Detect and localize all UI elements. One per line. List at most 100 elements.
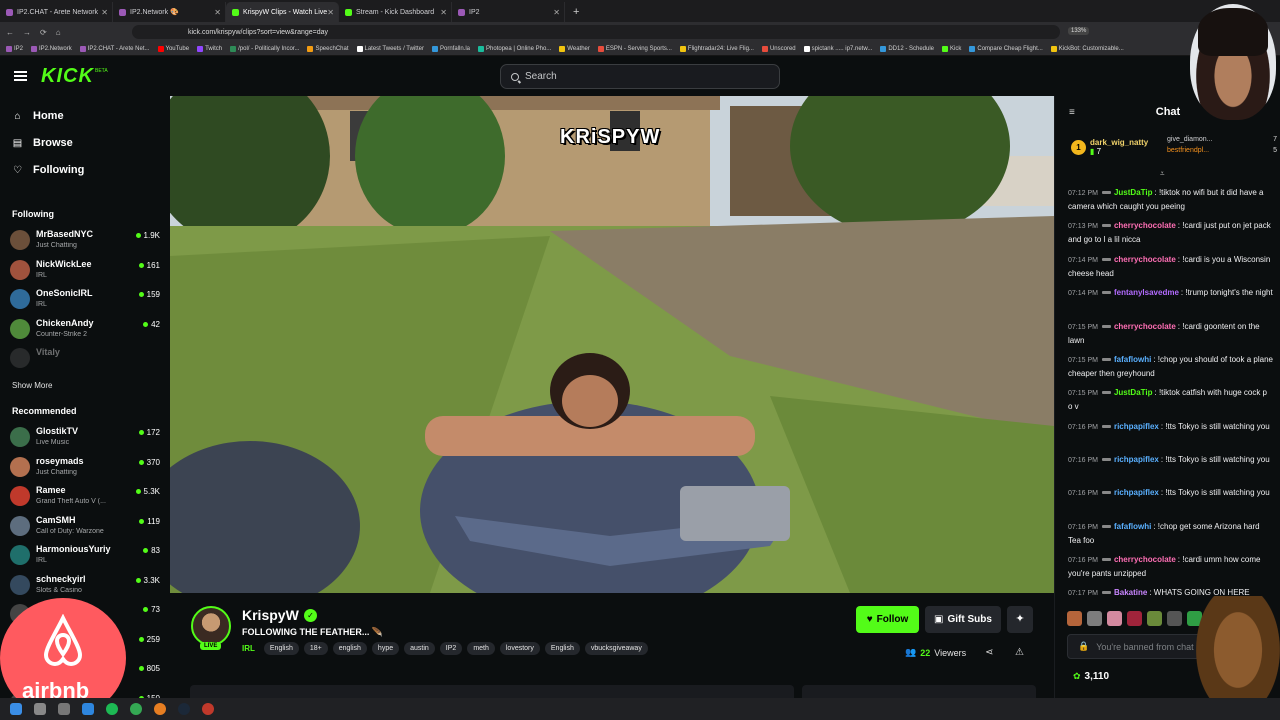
message-username[interactable]: JustDaTip	[1114, 388, 1153, 397]
gift-subs-button[interactable]: ▣ Gift Subs	[925, 606, 1001, 633]
stream-tag[interactable]: 18+	[303, 642, 328, 655]
home-browser-icon[interactable]: ⌂	[56, 28, 61, 37]
bookmark-item[interactable]: Compare Cheap Flight...	[969, 45, 1043, 52]
bookmark-item[interactable]: IP2	[6, 45, 23, 52]
pinned-arrow-icon[interactable]: ⩡	[1160, 169, 1165, 179]
url-bar[interactable]: kick.com/krispyw/clips?sort=view&range=d…	[132, 25, 1060, 39]
bookmark-item[interactable]: SpeechChat	[307, 45, 349, 52]
message-username[interactable]: Bakatine	[1114, 588, 1147, 597]
browser-tab[interactable]: KrispyW Clips - Watch Live ✕	[226, 2, 339, 22]
message-username[interactable]: fafaflowhi	[1114, 355, 1151, 364]
sidebar-channel[interactable]: MrBasedNYC Just Chatting 1.9K	[10, 228, 162, 254]
nav-home[interactable]: ⌂ Home	[12, 110, 63, 122]
chrome-icon[interactable]	[130, 703, 142, 715]
leaderboard-top[interactable]: 1 dark_wig_natty ▮ 7	[1071, 138, 1148, 156]
message-username[interactable]: fentanylsavedme	[1114, 288, 1179, 297]
new-tab-button[interactable]: +	[573, 6, 579, 22]
sidebar-channel[interactable]: GlostikTV Live Music 172	[10, 425, 162, 451]
sidebar-channel[interactable]: OneSonicIRL IRL 159	[10, 287, 162, 313]
bookmark-item[interactable]: IP2.Network	[31, 45, 72, 52]
leaderboard-row[interactable]: give_diamon... 7	[1167, 136, 1277, 143]
boost-button[interactable]: ✦	[1007, 606, 1033, 633]
nav-following[interactable]: ♡ Following	[12, 164, 84, 176]
windows-start-icon[interactable]	[10, 703, 22, 715]
bookmark-item[interactable]: Unscored	[761, 45, 796, 52]
tab-close-icon[interactable]: ✕	[440, 8, 447, 17]
browser-tab[interactable]: IP2.Network 🎨 ✕	[113, 2, 226, 22]
tab-close-icon[interactable]: ✕	[553, 8, 560, 17]
bookmark-item[interactable]: KickBot: Customizable...	[1050, 45, 1124, 52]
bookmark-item[interactable]: spictank ..... ip7.netw...	[803, 45, 872, 52]
back-icon[interactable]: ←	[6, 28, 14, 37]
stream-tag[interactable]: meth	[467, 642, 495, 655]
message-username[interactable]: cherrychocolate	[1114, 555, 1176, 564]
stream-tag[interactable]: IP2	[439, 642, 463, 655]
message-username[interactable]: cherrychocolate	[1114, 221, 1176, 230]
taskbar-app-icon[interactable]	[82, 703, 94, 715]
stream-tag[interactable]: vbucksgiveaway	[584, 642, 648, 655]
share-icon[interactable]: ⋖	[985, 647, 993, 658]
nav-browse[interactable]: ▤ Browse	[12, 137, 73, 149]
kick-logo[interactable]: KICK	[41, 65, 94, 88]
leaderboard-row[interactable]: bestfriendpl... 5	[1167, 147, 1277, 154]
bookmark-item[interactable]: DD12 - Schedule	[880, 45, 934, 52]
taskbar-app-icon[interactable]	[58, 703, 70, 715]
forward-icon[interactable]: →	[23, 28, 31, 37]
steam-icon[interactable]	[178, 703, 190, 715]
tab-close-icon[interactable]: ✕	[327, 8, 334, 17]
streamer-avatar[interactable]	[191, 606, 231, 646]
follow-button[interactable]: ♥ Follow	[856, 606, 919, 633]
sidebar-channel[interactable]: HarmoniousYuriy IRL 83	[10, 543, 162, 569]
taskbar-app-icon[interactable]	[154, 703, 166, 715]
bookmark-item[interactable]: YouTube	[157, 45, 189, 52]
bookmark-item[interactable]: IP2.CHAT - Arete Net...	[79, 45, 150, 52]
bookmark-item[interactable]: Flightradar24: Live Flig...	[679, 45, 754, 52]
sidebar-channel[interactable]: schneckyirl Slots & Casino 3.3K	[10, 573, 162, 599]
stream-tag[interactable]: English	[544, 642, 580, 655]
sidebar-channel[interactable]: roseymads Just Chatting 370	[10, 455, 162, 481]
message-username[interactable]: JustDaTip	[1114, 188, 1153, 197]
message-username[interactable]: fafaflowhi	[1114, 522, 1151, 531]
streamer-name[interactable]: KrispyW	[242, 607, 299, 623]
bookmark-item[interactable]: Pornfalln.la	[431, 45, 470, 52]
taskbar-app-icon[interactable]	[202, 703, 214, 715]
bookmark-item[interactable]: Twitch	[197, 45, 222, 52]
message-username[interactable]: cherrychocolate	[1114, 322, 1176, 331]
bookmark-item[interactable]: /pol/ - Politically Incor...	[230, 45, 299, 52]
browser-tab[interactable]: IP2 ✕	[452, 2, 565, 22]
stream-tag[interactable]: English	[263, 642, 299, 655]
emote-icon[interactable]	[1087, 611, 1102, 626]
message-username[interactable]: richpapiflex	[1114, 422, 1159, 431]
message-username[interactable]: richpapiflex	[1114, 488, 1159, 497]
sidebar-channel[interactable]: NickWickLee IRL 161	[10, 258, 162, 284]
show-more-link[interactable]: Show More	[12, 381, 52, 390]
bookmark-item[interactable]: ESPN - Serving Sports...	[597, 45, 672, 52]
message-username[interactable]: richpapiflex	[1114, 455, 1159, 464]
reload-icon[interactable]: ⟳	[40, 28, 47, 37]
bookmark-item[interactable]: Kick	[942, 45, 961, 52]
sidebar-channel[interactable]: Ramee Grand Theft Auto V (... 5.3K	[10, 484, 162, 510]
bookmark-item[interactable]: Latest Tweets / Twitter	[356, 45, 424, 52]
sidebar-channel[interactable]: Vitaly	[10, 346, 162, 372]
emote-icon[interactable]	[1147, 611, 1162, 626]
taskbar-app-icon[interactable]	[106, 703, 118, 715]
browser-tab[interactable]: IP2.CHAT - Arete Network ✕	[0, 2, 113, 22]
bookmark-item[interactable]: Photopea | Online Pho...	[478, 45, 551, 52]
video-player[interactable]: KRiSPYW	[170, 96, 1054, 593]
tab-close-icon[interactable]: ✕	[214, 8, 221, 17]
search-input[interactable]: Search	[500, 64, 780, 89]
emote-icon[interactable]	[1127, 611, 1142, 626]
stream-tag[interactable]: austin	[404, 642, 435, 655]
message-username[interactable]: cherrychocolate	[1114, 255, 1176, 264]
stream-tag[interactable]: hype	[371, 642, 400, 655]
stream-tag[interactable]: lovestory	[499, 642, 540, 655]
hamburger-menu-icon[interactable]	[14, 71, 27, 81]
tab-close-icon[interactable]: ✕	[101, 8, 108, 17]
browser-tab[interactable]: Stream - Kick Dashboard ✕	[339, 2, 452, 22]
category-link[interactable]: IRL	[242, 644, 255, 653]
emote-icon[interactable]	[1067, 611, 1082, 626]
taskbar-app-icon[interactable]	[34, 703, 46, 715]
stream-tag[interactable]: english	[332, 642, 367, 655]
emote-icon[interactable]	[1167, 611, 1182, 626]
report-icon[interactable]: ⚠	[1015, 647, 1024, 658]
